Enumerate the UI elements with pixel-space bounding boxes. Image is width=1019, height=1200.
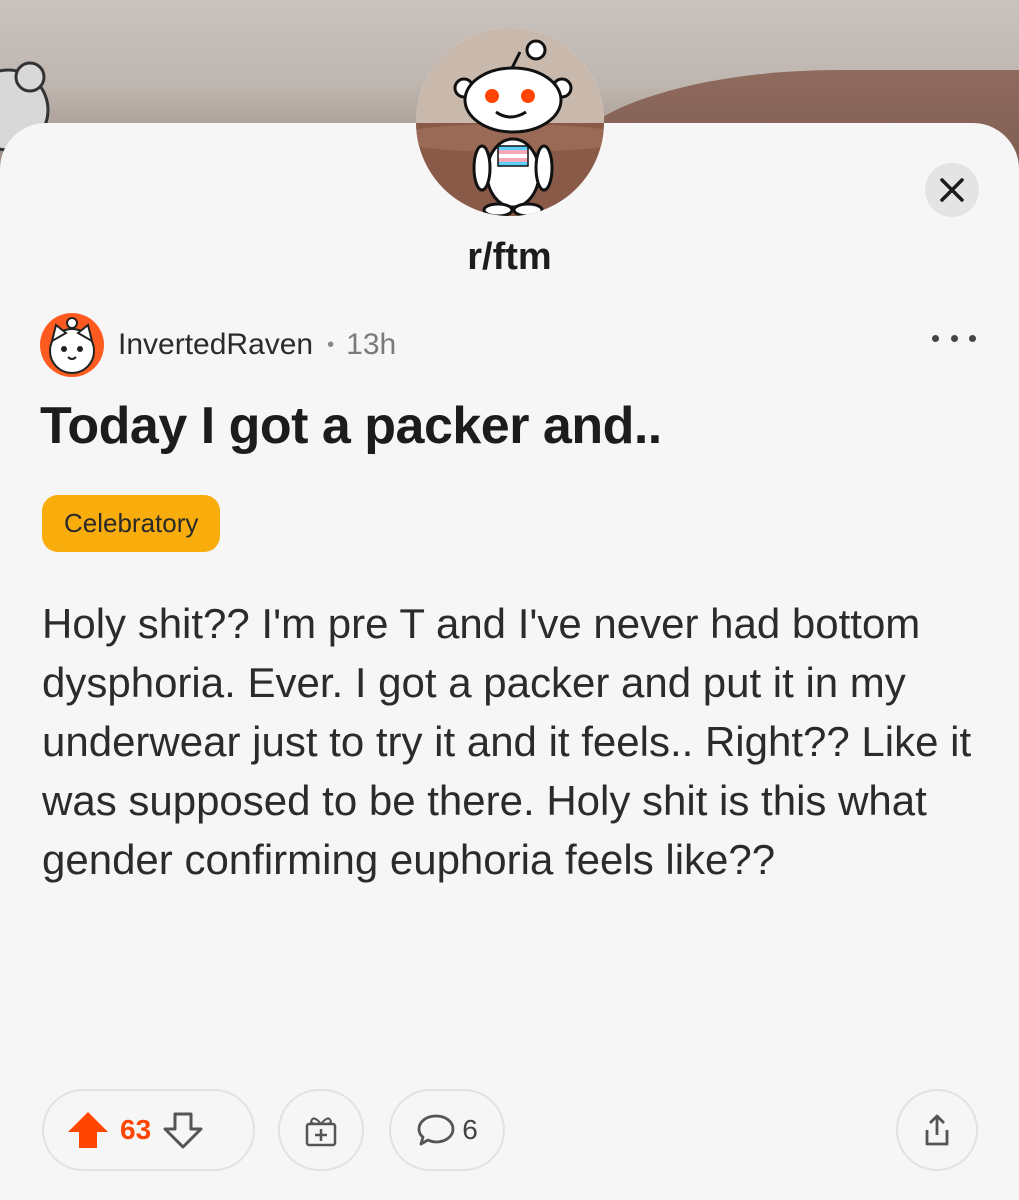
more-options-icon (932, 334, 939, 342)
close-button[interactable] (925, 163, 979, 217)
vote-count: 63 (120, 1114, 152, 1145)
post-body: Holy shit?? I'm pre T and I've never had… (42, 600, 972, 883)
more-options-icon (950, 334, 958, 342)
comment-icon (417, 1114, 455, 1146)
meta-separator: • (327, 333, 335, 356)
post-flair[interactable]: Celebratory (42, 495, 221, 552)
award-button[interactable] (278, 1089, 364, 1171)
more-options-icon (969, 334, 976, 342)
downvote-icon[interactable] (163, 1110, 203, 1150)
award-icon (305, 1117, 337, 1147)
share-button[interactable] (896, 1089, 978, 1171)
author-avatar[interactable] (40, 313, 104, 377)
post-title: Today I got a packer and.. (40, 397, 662, 455)
comments-button[interactable]: 6 (389, 1089, 505, 1171)
close-icon (940, 178, 964, 202)
share-icon (925, 1114, 949, 1146)
author-username[interactable]: InvertedRaven (118, 328, 313, 362)
cat-avatar-icon (40, 313, 104, 377)
more-options-button[interactable] (932, 318, 976, 358)
subreddit-name[interactable]: r/ftm (0, 236, 1019, 279)
post-meta: InvertedRaven • 13h (40, 313, 396, 377)
upvote-icon[interactable] (66, 1110, 110, 1150)
vote-control: 63 (42, 1089, 255, 1171)
reddit-snoo-trans-flag-icon (416, 28, 604, 216)
subreddit-avatar[interactable] (416, 28, 604, 216)
post-age: 13h (346, 328, 397, 361)
comment-count: 6 (462, 1114, 478, 1145)
